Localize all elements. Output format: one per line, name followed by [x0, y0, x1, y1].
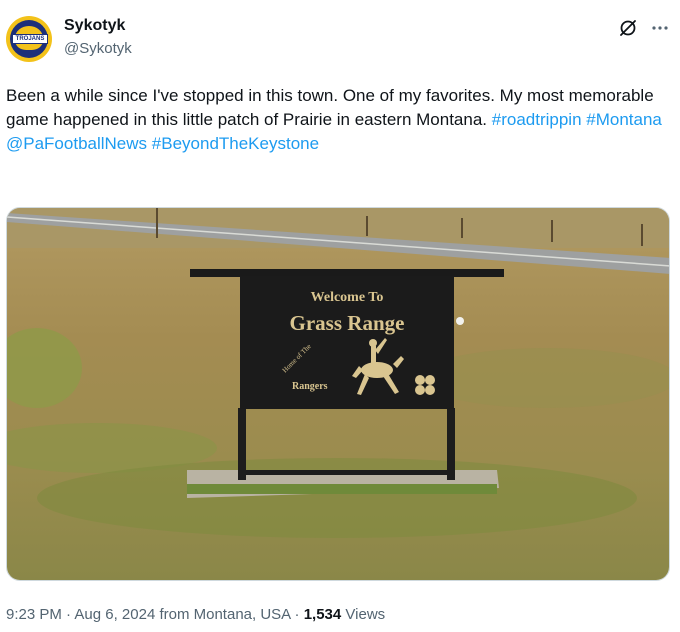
timestamp[interactable]: 9:23 PM: [6, 606, 62, 623]
sign-town-text: Grass Range: [290, 311, 405, 335]
hashtag-roadtrippin[interactable]: #roadtrippin: [492, 110, 582, 129]
views-count: 1,534: [303, 606, 342, 623]
sign-team-text: Rangers: [292, 381, 328, 392]
tweet-meta: 9:23 PM · Aug 6, 2024 from Montana, USA …: [6, 606, 385, 623]
author-name[interactable]: Sykotyk: [64, 17, 125, 35]
date[interactable]: Aug 6, 2024: [74, 606, 155, 623]
author-handle[interactable]: @Sykotyk: [64, 40, 132, 57]
more-icon[interactable]: [650, 18, 670, 38]
meta-separator: ·: [61, 606, 75, 623]
hashtag-montana[interactable]: #Montana: [586, 110, 662, 129]
tweet-photo[interactable]: Welcome To Grass Range Home of The Range…: [6, 207, 670, 581]
avatar-badge: TROJANS: [12, 34, 48, 44]
sign-welcome-text: Welcome To: [311, 290, 384, 305]
grok-icon[interactable]: [618, 18, 638, 38]
meta-separator: ·: [290, 606, 304, 623]
mention-pafootballnews[interactable]: @PaFootballNews: [6, 134, 147, 153]
location: from Montana, USA: [155, 606, 291, 623]
tweet-text: Been a while since I've stopped in this …: [6, 84, 666, 156]
avatar[interactable]: TROJANS: [6, 16, 52, 62]
views-label: Views: [341, 606, 386, 623]
hashtag-beyondthekeystone[interactable]: #BeyondTheKeystone: [152, 134, 319, 153]
